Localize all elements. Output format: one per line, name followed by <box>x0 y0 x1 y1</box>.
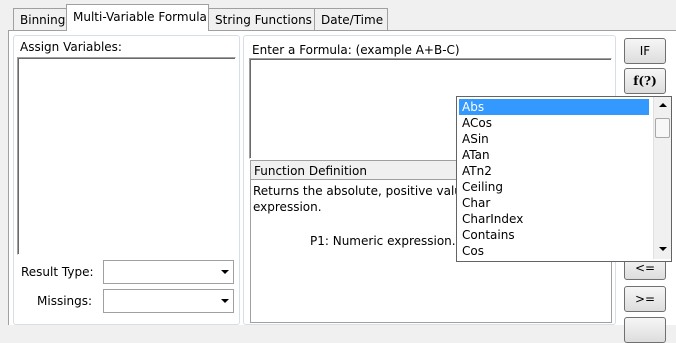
function-item-asin[interactable]: ASin <box>459 131 489 147</box>
function-item-contains[interactable]: Contains <box>459 227 515 243</box>
tab-binning[interactable]: Binning <box>13 8 67 30</box>
function-button[interactable]: f(?) <box>624 68 666 94</box>
result-type-label: Result Type: <box>21 265 94 279</box>
function-item-acos[interactable]: ACos <box>459 115 492 131</box>
function-item-char[interactable]: Char <box>459 195 490 211</box>
function-item-ceiling[interactable]: Ceiling <box>459 179 503 195</box>
tab-string-functions[interactable]: String Functions <box>208 8 315 30</box>
assign-variables-label: Assign Variables: <box>20 40 122 54</box>
function-item-cos[interactable]: Cos <box>459 243 484 259</box>
function-definition-label: Function Definition <box>254 164 367 178</box>
function-description-line-1: Returns the absolute, positive value <box>253 184 470 198</box>
formula-label: Enter a Formula: (example A+B-C) <box>252 43 460 57</box>
function-list-popup[interactable]: Abs ACos ASin ATan ATn2 Ceiling Char Cha… <box>456 96 672 262</box>
function-item-atan[interactable]: ATan <box>459 147 490 163</box>
function-item-charindex[interactable]: CharIndex <box>459 211 523 227</box>
result-type-dropdown[interactable] <box>103 260 234 284</box>
function-description-line-2: expression. <box>253 200 322 214</box>
scroll-thumb[interactable] <box>655 118 670 138</box>
function-item-abs[interactable]: Abs <box>459 99 649 115</box>
function-param-text: P1: Numeric expression. <box>310 234 456 248</box>
function-list-scrollbar[interactable] <box>653 97 671 259</box>
if-button[interactable]: IF <box>624 38 666 64</box>
chevron-down-icon <box>221 299 229 303</box>
tab-multi-variable-formula[interactable]: Multi-Variable Formula <box>66 4 209 31</box>
scroll-up-icon[interactable] <box>659 103 667 107</box>
operator-button[interactable] <box>624 317 666 343</box>
greater-equal-button[interactable]: >= <box>624 286 666 312</box>
chevron-down-icon <box>221 270 229 274</box>
scroll-down-icon[interactable] <box>659 247 667 251</box>
function-item-atn2[interactable]: ATn2 <box>459 163 492 179</box>
missings-label: Missings: <box>37 294 93 308</box>
missings-dropdown[interactable] <box>103 289 234 313</box>
variables-list[interactable] <box>17 57 236 255</box>
tab-date-time[interactable]: Date/Time <box>314 8 388 30</box>
